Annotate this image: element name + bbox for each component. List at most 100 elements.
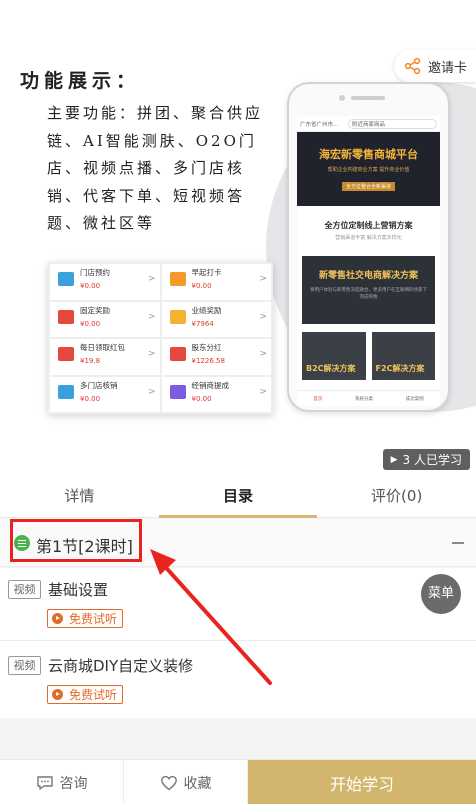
bottom-action-bar: 咨询 收藏 开始学习 (0, 759, 476, 804)
phone-search-bar: 广东省广州市... 附近商家商品 (297, 116, 440, 132)
feature-card: 业绩奖励 ¥7964 > (161, 301, 271, 337)
feature-card: 多门店核销 ¥0.00 > (50, 376, 160, 412)
play-icon (52, 689, 63, 700)
invite-card-button[interactable]: 邀请卡 (394, 50, 476, 82)
tab-catalog[interactable]: 目录 (158, 474, 318, 518)
phone-mid-title: 全方位定制线上营销方案 (324, 221, 413, 230)
free-trial-label: 免费试听 (69, 612, 118, 626)
start-learning-button[interactable]: 开始学习 (248, 760, 476, 804)
feature-card: 早起打卡 ¥0.00 > (161, 264, 271, 300)
phone-card-b2c-label: B2C解决方案 (306, 364, 356, 373)
free-trial-button[interactable]: 免费试听 (47, 609, 124, 628)
phone-card-f2c: F2C解决方案 (371, 332, 435, 380)
learners-count-badge: ▶ 3 人已学习 (382, 449, 470, 470)
chevron-right-icon: > (259, 349, 267, 359)
consult-label: 咨询 (59, 775, 88, 792)
phone-solution-cards: B2C解决方案 F2C解决方案 (297, 324, 440, 380)
chevron-right-icon: > (259, 386, 267, 397)
lesson-item[interactable]: 视频 云商城DIY自定义装修 免费试听 (0, 642, 476, 718)
phone-dark-title: 新零售社交电商解决方案 (318, 271, 418, 281)
phone-hero-title: 海宏新零售商城平台 (319, 148, 418, 161)
chevron-right-icon: > (259, 311, 267, 322)
menu-button[interactable]: 菜单 (421, 574, 461, 614)
video-badge: 视频 (8, 580, 41, 599)
course-banner: 邀请卡 功能展示： 主要功能：拼团、聚合供应链、AI智能测肤、O2O门店、视频点… (0, 0, 476, 474)
feature-card-icon (169, 272, 186, 286)
feature-card-value: ¥0.00 (80, 282, 101, 290)
phone-nav-home: 首页 (313, 396, 323, 402)
feature-text: 主要功能：拼团、聚合供应链、AI智能测肤、O2O门店、视频点播、多门店核销、代客… (47, 104, 264, 232)
feature-card-icon (169, 309, 186, 324)
feature-card-name: 门店预约 (80, 268, 110, 277)
feature-card-name: 多门店核销 (80, 380, 118, 390)
phone-dark-banner: 新零售社交电商解决方案 将用户体验与新零售深度融合，更多用户在互联网的场景下完成… (302, 256, 435, 324)
lesson-title: 云商城DIY自定义装修 (48, 657, 194, 675)
feature-card: 每日领取红包 ¥19.8 > (50, 339, 160, 375)
feature-card-name: 股东分红 (191, 343, 222, 352)
feature-card-name: 固定奖励 (80, 305, 110, 315)
favorite-button[interactable]: 收藏 (124, 760, 248, 804)
feature-card: 股东分红 ¥1226.58 > (161, 339, 271, 375)
feature-card-grid: 门店预约 ¥0.00 > 早起打卡 ¥0.00 > 固定奖励 ¥0.00 > 业绩奖励 ¥7964 >… (48, 262, 273, 414)
feature-card: 固定奖励 ¥0.00 > (50, 301, 160, 337)
feature-card-value: ¥19.8 (80, 357, 101, 365)
feature-card-icon (58, 309, 74, 324)
chat-icon (36, 775, 53, 790)
phone-camera (339, 95, 345, 101)
feature-card-icon (58, 384, 74, 399)
phone-mid-sub: 营销渠道丰富 解决方案多样化 (335, 235, 402, 241)
phone-hero: 海宏新零售商城平台 帮助企业构建商业方案 提升商业价值 全方位整合全新渠道 (297, 132, 440, 206)
feature-card-name: 业绩奖励 (191, 305, 222, 315)
phone-hero-sub: 帮助企业构建商业方案 提升商业价值 (327, 167, 410, 173)
tab-reviews[interactable]: 评价(0) (317, 474, 476, 517)
feature-card: 门店预约 ¥0.00 > (50, 264, 160, 300)
phone-mockup: 广东省广州市... 附近商家商品 海宏新零售商城平台 帮助企业构建商业方案 提升… (287, 82, 450, 412)
feature-card-name: 经销商提成 (191, 380, 230, 390)
feature-card-value: ¥0.00 (191, 282, 212, 290)
free-trial-button[interactable]: 免费试听 (47, 685, 124, 704)
feature-card: 经销商提成 ¥0.00 > (161, 376, 271, 412)
phone-nav-cases: 成功案例 (405, 396, 424, 402)
phone-nav-category: 系统分类 (354, 396, 373, 402)
chevron-right-icon: > (259, 274, 267, 284)
phone-speaker (351, 96, 385, 100)
phone-location: 广东省广州市... (300, 121, 339, 128)
video-badge: 视频 (8, 656, 41, 675)
play-triangle-icon: ▶ (390, 454, 398, 465)
invite-card-label: 邀请卡 (428, 60, 468, 76)
lesson-item[interactable]: 视频 基础设置 免费试听 (0, 568, 476, 641)
phone-card-f2c-label: F2C解决方案 (375, 364, 425, 373)
phone-screen: 广东省广州市... 附近商家商品 海宏新零售商城平台 帮助企业构建商业方案 提升… (297, 116, 440, 406)
lesson-title: 基础设置 (48, 581, 109, 599)
free-trial-label: 免费试听 (69, 688, 118, 702)
consult-button[interactable]: 咨询 (0, 760, 124, 804)
feature-card-icon (58, 272, 74, 286)
learners-count-label: 3 人已学习 (402, 453, 462, 467)
feature-card-value: ¥0.00 (191, 394, 212, 403)
feature-card-icon (169, 347, 186, 361)
chevron-right-icon: > (147, 274, 156, 284)
chevron-right-icon: > (147, 311, 156, 322)
annotation-highlight-box (10, 519, 142, 562)
course-tabs: 详情 目录 评价(0) (0, 474, 476, 518)
feature-card-value: ¥0.00 (80, 394, 101, 403)
phone-dark-sub: 将用户体验与新零售深度融合，更多用户在互联网的场景下完成购物 (310, 288, 427, 300)
tab-details[interactable]: 详情 (0, 474, 159, 517)
feature-card-value: ¥0.00 (80, 319, 101, 328)
phone-search-box: 附近商家商品 (348, 118, 437, 129)
phone-card-b2c: B2C解决方案 (302, 332, 366, 380)
phone-tabbar: 首页 系统分类 成功案例 (297, 390, 440, 406)
collapse-icon[interactable] (452, 542, 464, 544)
lesson-list: 视频 基础设置 免费试听 视频 云商城DIY自定义装修 免费试听 (0, 568, 476, 718)
favorite-label: 收藏 (183, 775, 212, 792)
feature-card-icon (58, 347, 74, 361)
feature-card-value: ¥1226.58 (191, 357, 225, 365)
phone-hero-tag: 全方位整合全新渠道 (341, 182, 395, 191)
chevron-right-icon: > (147, 386, 156, 397)
chevron-right-icon: > (147, 349, 156, 359)
feature-title: 功能展示： (20, 70, 141, 92)
feature-card-name: 每日领取红包 (80, 343, 125, 352)
phone-search-placeholder: 附近商家商品 (352, 121, 386, 128)
share-icon (404, 57, 421, 75)
feature-card-name: 早起打卡 (191, 268, 222, 277)
